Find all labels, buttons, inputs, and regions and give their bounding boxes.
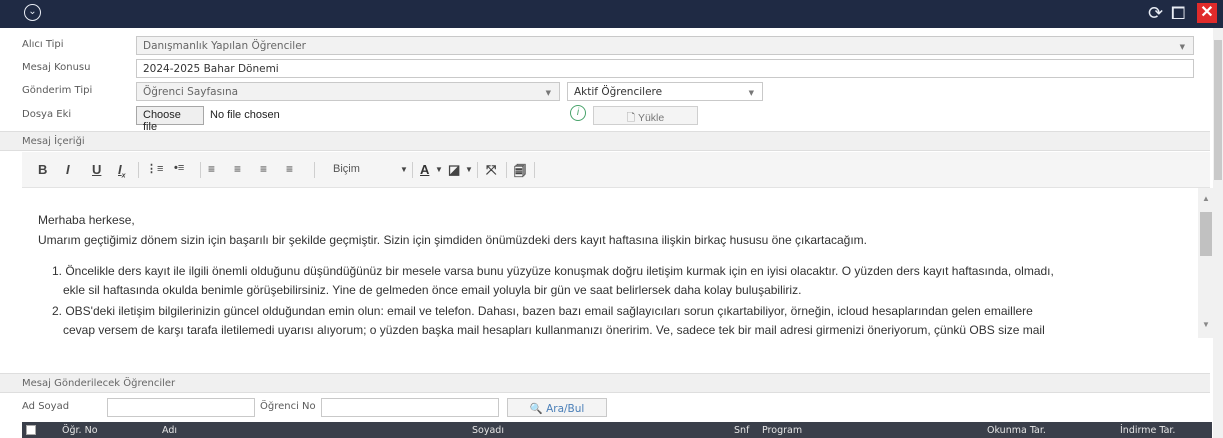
refresh-icon[interactable]: ⟳ xyxy=(1148,3,1163,23)
ogrenci-no-label: Öğrenci No xyxy=(260,401,316,412)
toolbar-divider xyxy=(534,162,535,178)
upload-file-icon: 🗋 xyxy=(626,112,636,124)
column-header-okunma[interactable]: Okunma Tar. xyxy=(987,425,1046,436)
toolbar-divider xyxy=(477,162,478,178)
list-item-1-line-2: ekle sil haftasında okulda benimle görüş… xyxy=(63,283,802,297)
column-header-indirme[interactable]: İndirme Tar. xyxy=(1120,425,1175,436)
column-header-snf[interactable]: Snf xyxy=(734,425,749,436)
scroll-down-icon[interactable]: ▼ xyxy=(1202,320,1210,329)
mesaj-konusu-row: Mesaj Konusu 2024-2025 Bahar Dönemi xyxy=(0,57,1200,79)
intro-text: Umarım geçtiğimiz dönem sizin için başar… xyxy=(38,233,868,247)
hedef-select[interactable]: Aktif Öğrencilere ▼ xyxy=(567,82,763,101)
page-scrollbar[interactable] xyxy=(1213,28,1223,438)
upload-label: Yükle xyxy=(637,112,665,124)
ogrenci-no-input[interactable] xyxy=(321,398,499,417)
background-color-icon[interactable]: ◪ xyxy=(448,162,460,178)
mesaj-konusu-input[interactable]: 2024-2025 Bahar Dönemi xyxy=(136,59,1194,78)
search-button[interactable]: 🔍 Ara/Bul xyxy=(507,398,607,417)
editor-toolbar: B I U Ix ⋮≡ •≡ ≡ ≡ ≡ ≡ Biçim ▼ A ▼ ◪ ▼ ⤧… xyxy=(22,152,1210,188)
alici-tipi-value: Danışmanlık Yapılan Öğrenciler xyxy=(143,40,306,52)
close-icon[interactable]: ✕ xyxy=(1197,3,1217,23)
column-header-program[interactable]: Program xyxy=(762,425,802,436)
alici-tipi-label: Alıcı Tipi xyxy=(22,39,64,50)
window-titlebar: ⌄ ⟳ ⧠ ✕ xyxy=(0,0,1223,28)
italic-button[interactable]: I xyxy=(66,162,70,177)
numbered-list-icon[interactable]: ⋮≡ xyxy=(146,162,163,175)
ad-soyad-label: Ad Soyad xyxy=(22,401,70,412)
column-header-soyadi[interactable]: Soyadı xyxy=(472,425,504,436)
gonderim-tipi-label: Gönderim Tipi xyxy=(22,85,93,96)
align-center-icon[interactable]: ≡ xyxy=(234,162,241,176)
text-color-icon[interactable]: A xyxy=(420,162,429,177)
toolbar-divider xyxy=(138,162,139,178)
column-header-ogr-no[interactable]: Öğr. No xyxy=(62,425,98,436)
align-right-icon[interactable]: ≡ xyxy=(260,162,267,176)
ad-soyad-input[interactable] xyxy=(107,398,255,417)
page-scroll-thumb[interactable] xyxy=(1214,40,1222,180)
chevron-down-icon: ▼ xyxy=(748,89,754,97)
message-editor[interactable]: Merhaba herkese, Umarım geçtiğimiz dönem… xyxy=(22,188,1198,338)
scroll-up-icon[interactable]: ▲ xyxy=(1202,194,1210,203)
search-button-label: Ara/Bul xyxy=(546,403,585,415)
alici-tipi-select[interactable]: Danışmanlık Yapılan Öğrenciler ▼ xyxy=(136,36,1194,55)
mesaj-konusu-label: Mesaj Konusu xyxy=(22,62,91,73)
dosya-eki-row: Dosya Eki Choose file No file chosen i 🗋… xyxy=(0,104,1200,133)
toolbar-divider xyxy=(200,162,201,178)
toolbar-divider xyxy=(412,162,413,178)
list-item-2-line-1: 2. OBS'deki iletişim bilgilerinizin günc… xyxy=(52,304,1033,318)
upload-button[interactable]: 🗋 Yükle xyxy=(593,106,698,125)
column-header-adi[interactable]: Adı xyxy=(162,425,177,436)
dosya-eki-label: Dosya Eki xyxy=(22,109,72,120)
list-item-1-line-1: 1. Öncelikle ders kayıt ile ilgili öneml… xyxy=(52,264,1054,278)
gonderim-tipi-value: Öğrenci Sayfasına xyxy=(143,86,239,98)
choose-file-button[interactable]: Choose file xyxy=(136,106,204,133)
chevron-down-icon: ▼ xyxy=(1179,43,1185,51)
mesaj-icerigi-header: Mesaj İçeriği xyxy=(0,131,1210,151)
info-icon[interactable]: i xyxy=(570,105,586,121)
chevron-down-icon[interactable]: ▼ xyxy=(400,165,408,174)
bullet-list-icon[interactable]: •≡ xyxy=(174,162,184,174)
maximize-editor-icon[interactable]: ⤧ xyxy=(486,162,496,178)
underline-button[interactable]: U xyxy=(92,162,101,177)
chevron-down-icon[interactable]: ▼ xyxy=(465,165,473,174)
search-row: Ad Soyad Öğrenci No 🔍 Ara/Bul xyxy=(0,396,1200,418)
paste-icon[interactable]: 🗐 xyxy=(514,162,526,183)
students-header: Mesaj Gönderilecek Öğrenciler xyxy=(0,373,1210,393)
gonderim-tipi-select[interactable]: Öğrenci Sayfasına ▼ xyxy=(136,82,560,101)
editor-scrollbar[interactable]: ▲ ▼ xyxy=(1198,188,1214,338)
align-justify-icon[interactable]: ≡ xyxy=(286,162,293,176)
greeting-text: Merhaba herkese, xyxy=(38,213,135,227)
no-file-label: No file chosen xyxy=(210,109,280,121)
gonderim-tipi-row: Gönderim Tipi Öğrenci Sayfasına ▼ Aktif … xyxy=(0,80,1200,102)
students-grid-header: Öğr. No Adı Soyadı Snf Program Okunma Ta… xyxy=(22,422,1212,438)
chevron-down-icon: ▼ xyxy=(545,89,551,97)
students-title: Mesaj Gönderilecek Öğrenciler xyxy=(22,378,176,389)
toolbar-divider xyxy=(506,162,507,178)
mesaj-icerigi-title: Mesaj İçeriği xyxy=(22,136,85,147)
select-all-checkbox[interactable] xyxy=(26,425,36,435)
align-left-icon[interactable]: ≡ xyxy=(208,162,215,176)
bold-button[interactable]: B xyxy=(38,162,47,177)
maximize-icon[interactable]: ⧠ xyxy=(1171,3,1185,23)
alici-tipi-row: Alıcı Tipi Danışmanlık Yapılan Öğrencile… xyxy=(0,34,1200,56)
format-select[interactable]: Biçim xyxy=(333,163,360,175)
remove-format-button[interactable]: Ix xyxy=(118,162,126,180)
collapse-icon[interactable]: ⌄ xyxy=(24,4,41,21)
list-item-2-line-2: cevap versem de karşı tarafa iletilemedi… xyxy=(63,323,1045,337)
scroll-thumb[interactable] xyxy=(1200,212,1212,256)
chevron-down-icon[interactable]: ▼ xyxy=(435,165,443,174)
search-icon: 🔍 xyxy=(529,403,543,415)
toolbar-divider xyxy=(314,162,315,178)
hedef-value: Aktif Öğrencilere xyxy=(574,86,663,98)
